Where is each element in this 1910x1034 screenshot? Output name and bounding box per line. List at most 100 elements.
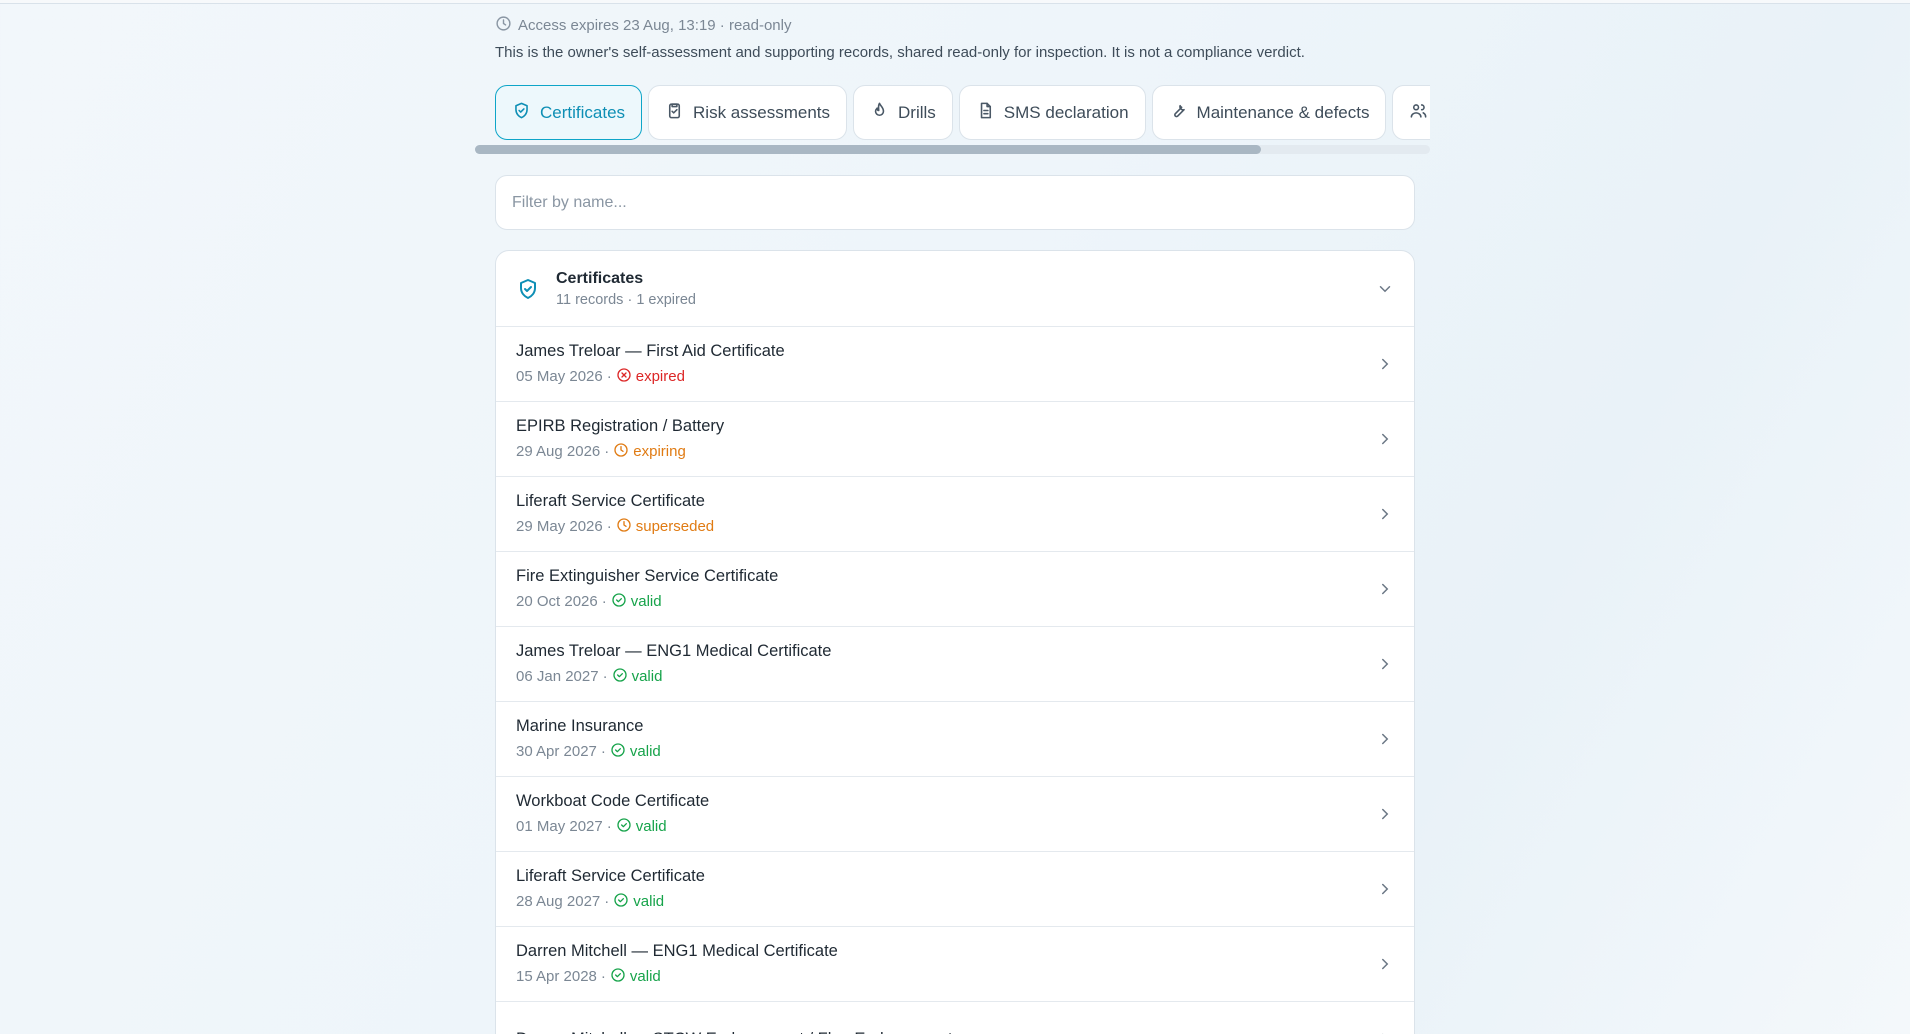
row-title: James Treloar — ENG1 Medical Certificate — [516, 641, 832, 660]
row-date: 30 Apr 2027 — [516, 743, 597, 760]
chevron-right-icon — [1376, 955, 1394, 973]
tab-label: Maintenance & defects — [1196, 102, 1370, 122]
row-meta: 15 Apr 2028 · valid — [516, 967, 661, 987]
row-date: 01 May 2027 — [516, 818, 603, 835]
check-circle-icon — [610, 967, 626, 987]
status-badge: expiring — [613, 442, 686, 462]
tab-label: Drills — [898, 102, 936, 122]
clock-icon — [613, 442, 629, 462]
shield-check-icon — [516, 277, 540, 301]
certificate-row[interactable]: James Treloar — First Aid Certificate 05 … — [496, 327, 1414, 402]
section-title: Certificates — [556, 269, 644, 287]
shield-check-icon — [512, 101, 531, 125]
certificate-row[interactable]: EPIRB Registration / Battery 29 Aug 2026 ·… — [496, 402, 1414, 477]
status-label: expired — [635, 368, 685, 385]
row-meta: 05 May 2026 · expired — [516, 367, 685, 387]
check-circle-icon — [612, 667, 628, 687]
status-badge: valid — [616, 817, 667, 837]
tab-certificates[interactable]: Certificates — [495, 85, 643, 140]
row-title: Darren Mitchell — STCW Endorsement / Fla… — [516, 1030, 1376, 1034]
status-badge: valid — [612, 667, 663, 687]
tab-maintenance-defects[interactable]: Maintenance & defects — [1151, 85, 1387, 140]
certificate-row[interactable]: Liferaft Service Certificate 28 Aug 2027 ·… — [496, 852, 1414, 927]
status-label: expiring — [633, 443, 686, 460]
certificate-row[interactable]: Marine Insurance 30 Apr 2027 · valid — [496, 702, 1414, 777]
row-meta: 20 Oct 2026 · valid — [516, 592, 662, 612]
row-title: James Treloar — First Aid Certificate — [516, 341, 785, 360]
chevron-right-icon — [1376, 430, 1394, 448]
tab-sms-declaration[interactable]: SMS declaration — [958, 85, 1146, 140]
row-title: EPIRB Registration / Battery — [516, 416, 725, 435]
status-label: valid — [631, 668, 663, 685]
status-badge: superseded — [616, 517, 714, 537]
tab-scrollbar[interactable] — [475, 145, 1430, 154]
tab-scrollbar-thumb[interactable] — [475, 145, 1261, 154]
tab-label: SMS declaration — [1003, 102, 1129, 122]
chevron-right-icon — [1376, 730, 1394, 748]
certificate-row[interactable]: Darren Mitchell — STCW Endorsement / Fla… — [496, 1002, 1414, 1034]
row-date: 28 Aug 2027 — [516, 893, 601, 910]
check-circle-icon — [610, 742, 626, 762]
certificate-row[interactable]: Fire Extinguisher Service Certificate 20 … — [496, 552, 1414, 627]
document-icon — [976, 101, 995, 125]
row-meta: 29 May 2026 · superseded — [516, 517, 715, 537]
flame-icon — [870, 101, 889, 125]
certificates-card: Certificates 11 records · 1 expired Jame… — [495, 250, 1415, 1034]
wrench-icon — [1169, 101, 1188, 125]
status-label: superseded — [635, 518, 715, 535]
row-date: 29 Aug 2026 — [516, 443, 601, 460]
chevron-right-icon — [1376, 1030, 1394, 1034]
chevron-right-icon — [1376, 580, 1394, 598]
row-date: 06 Jan 2027 — [516, 668, 599, 685]
chevron-down-icon[interactable] — [1376, 280, 1394, 298]
row-date: 29 May 2026 — [516, 518, 603, 535]
status-badge: expired — [616, 367, 685, 387]
status-label: valid — [630, 593, 662, 610]
row-title: Darren Mitchell — ENG1 Medical Certifica… — [516, 941, 838, 960]
chevron-right-icon — [1376, 655, 1394, 673]
check-circle-icon — [613, 892, 629, 912]
chevron-right-icon — [1376, 880, 1394, 898]
row-date: 15 Apr 2028 — [516, 968, 597, 985]
status-label: valid — [633, 893, 665, 910]
status-badge: valid — [613, 892, 664, 912]
x-circle-icon — [616, 367, 632, 387]
certificate-row[interactable]: Workboat Code Certificate 01 May 2027 · val… — [496, 777, 1414, 852]
status-label: valid — [629, 968, 661, 985]
status-label: valid — [635, 818, 667, 835]
tab-bar: Certificates Risk assessments Drills SMS de… — [475, 85, 1430, 157]
tab-label: Risk assessments — [693, 102, 831, 122]
row-meta: 29 Aug 2026 · expiring — [516, 442, 686, 462]
status-badge: valid — [610, 967, 661, 987]
row-meta: 28 Aug 2027 · valid — [516, 892, 665, 912]
check-circle-icon — [616, 817, 632, 837]
tab-crew[interactable] — [1392, 85, 1430, 140]
certificate-row[interactable]: Darren Mitchell — ENG1 Medical Certifica… — [496, 927, 1414, 1002]
row-title: Liferaft Service Certificate — [516, 491, 705, 510]
section-summary: 11 records · 1 expired — [556, 291, 696, 308]
row-date: 20 Oct 2026 — [516, 593, 598, 610]
access-expiry-text: Access expires 23 Aug, 13:19 · read-only — [518, 17, 792, 34]
row-meta: 06 Jan 2027 · valid — [516, 667, 663, 687]
status-label: valid — [629, 743, 661, 760]
check-circle-icon — [611, 592, 627, 612]
row-title: Workboat Code Certificate — [516, 791, 710, 810]
top-divider — [0, 0, 1910, 4]
clock-icon — [616, 517, 632, 537]
tab-label: Certificates — [540, 102, 626, 122]
tab-risk-assessments[interactable]: Risk assessments — [648, 85, 848, 140]
row-title: Marine Insurance — [516, 716, 644, 735]
certificate-row[interactable]: James Treloar — ENG1 Medical Certificate… — [496, 627, 1414, 702]
status-badge: valid — [610, 742, 661, 762]
users-icon — [1409, 101, 1428, 125]
certificates-section-header[interactable]: Certificates 11 records · 1 expired — [496, 251, 1414, 327]
tab-drills[interactable]: Drills — [853, 85, 953, 140]
status-badge: valid — [611, 592, 662, 612]
row-date: 05 May 2026 — [516, 368, 603, 385]
row-title: Liferaft Service Certificate — [516, 866, 705, 885]
certificate-row[interactable]: Liferaft Service Certificate 29 May 2026 ·… — [496, 477, 1414, 552]
read-only-notice: This is the owner's self-assessment and … — [495, 44, 1305, 61]
certificate-list: James Treloar — First Aid Certificate 05 … — [496, 327, 1414, 1034]
filter-input[interactable] — [495, 175, 1415, 230]
clipboard-check-icon — [665, 101, 684, 125]
